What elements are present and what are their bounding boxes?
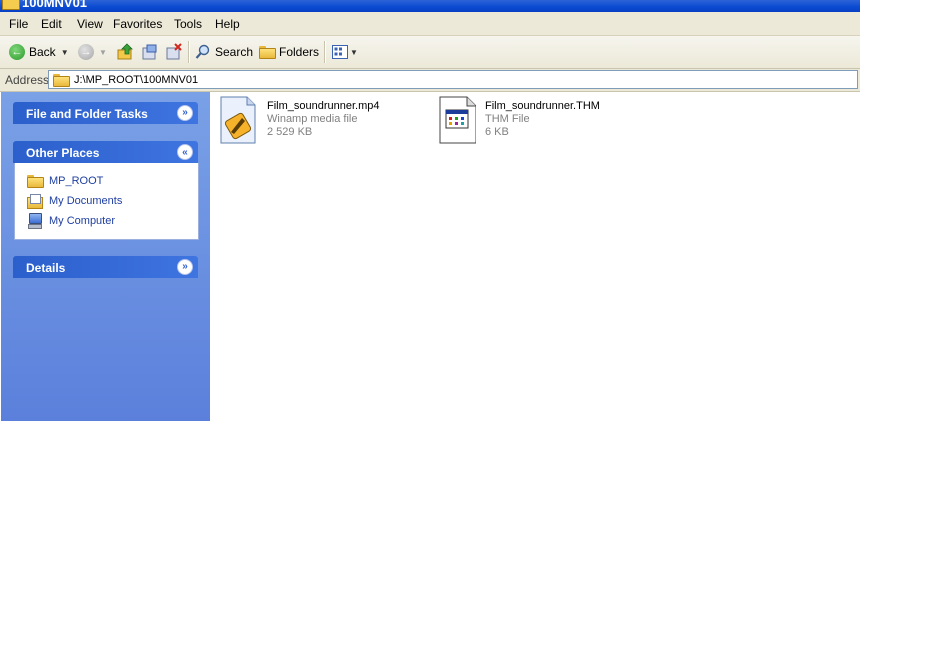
- details-header[interactable]: Details »: [13, 256, 198, 278]
- back-arrow-icon: ←: [9, 44, 25, 60]
- details-title: Details: [26, 261, 66, 275]
- folder-icon: [27, 175, 44, 188]
- my-computer-icon: [27, 213, 43, 229]
- toolbar: ← Back ▼ → ▼ Search Folders ▼: [0, 36, 860, 69]
- chevron-down-icon[interactable]: »: [177, 259, 193, 275]
- back-dropdown-icon[interactable]: ▼: [61, 48, 69, 57]
- task-pane: File and Folder Tasks » Other Places » M…: [1, 92, 210, 421]
- file-type: Winamp media file: [267, 113, 358, 125]
- search-label: Search: [215, 45, 254, 59]
- search-icon: [195, 44, 210, 59]
- file-item[interactable]: Film_soundrunner.mp4 Winamp media file 2…: [220, 96, 420, 146]
- file-name: Film_soundrunner.mp4: [267, 100, 380, 112]
- folders-button[interactable]: Folders: [259, 36, 319, 68]
- file-folder-tasks-title: File and Folder Tasks: [26, 107, 148, 121]
- place-mp-root[interactable]: MP_ROOT: [27, 173, 103, 189]
- menu-edit[interactable]: Edit: [41, 17, 62, 31]
- up-folder-icon: [117, 43, 133, 60]
- views-icon: [332, 45, 348, 59]
- views-button[interactable]: ▼: [332, 36, 358, 68]
- folder-icon: [53, 73, 70, 87]
- place-my-computer[interactable]: My Computer: [27, 213, 115, 229]
- views-dropdown-icon[interactable]: ▼: [350, 48, 358, 57]
- window-title: 100MNV01: [22, 0, 88, 10]
- file-size: 2 529 KB: [267, 126, 313, 138]
- forward-arrow-icon: →: [78, 44, 94, 60]
- toolbar-separator: [188, 41, 190, 63]
- winamp-media-file-icon: [220, 96, 256, 144]
- menu-file[interactable]: File: [9, 17, 28, 31]
- address-value: J:\MP_ROOT\100MNV01: [74, 73, 199, 86]
- chevron-up-icon[interactable]: »: [177, 144, 193, 160]
- forward-dropdown-icon[interactable]: ▼: [99, 48, 107, 57]
- move-to-icon: [142, 44, 157, 60]
- file-name: Film_soundrunner.THM: [485, 100, 600, 112]
- address-input[interactable]: J:\MP_ROOT\100MNV01: [48, 70, 858, 89]
- delete-icon: [166, 43, 182, 60]
- menu-tools[interactable]: Tools: [174, 17, 202, 31]
- delete-button[interactable]: [165, 36, 183, 68]
- up-folder-button[interactable]: [117, 36, 135, 68]
- place-label: My Computer: [49, 215, 116, 227]
- place-label: My Documents: [49, 195, 123, 207]
- address-bar: Address J:\MP_ROOT\100MNV01: [0, 69, 860, 92]
- title-bar[interactable]: 100MNV01: [0, 0, 860, 12]
- other-places-body: MP_ROOT My Documents My Computer: [14, 163, 199, 240]
- other-places-header[interactable]: Other Places »: [13, 141, 198, 163]
- menu-view[interactable]: View: [77, 17, 103, 31]
- address-label: Address: [5, 73, 50, 87]
- menu-bar: File Edit View Favorites Tools Help: [0, 12, 860, 36]
- back-label: Back: [29, 45, 56, 59]
- menu-favorites[interactable]: Favorites: [113, 17, 162, 31]
- move-to-button[interactable]: [141, 36, 159, 68]
- other-places-title: Other Places: [26, 146, 100, 160]
- file-item[interactable]: Film_soundrunner.THM THM File 6 KB: [438, 96, 638, 146]
- place-label: MP_ROOT: [49, 175, 104, 187]
- file-type: THM File: [485, 113, 530, 125]
- chevron-down-icon[interactable]: »: [177, 105, 193, 121]
- thm-file-icon: [439, 96, 476, 144]
- file-folder-tasks-header[interactable]: File and Folder Tasks »: [13, 102, 198, 124]
- forward-button[interactable]: → ▼: [78, 36, 107, 68]
- explorer-window: 100MNV01 File Edit View Favorites Tools …: [0, 0, 860, 421]
- folders-label: Folders: [279, 45, 320, 59]
- my-documents-icon: [27, 194, 43, 209]
- folder-icon: [2, 0, 20, 10]
- toolbar-separator: [324, 41, 326, 63]
- search-button[interactable]: Search: [195, 36, 253, 68]
- folders-icon: [259, 46, 276, 59]
- file-size: 6 KB: [485, 126, 509, 138]
- place-my-documents[interactable]: My Documents: [27, 193, 122, 209]
- back-button[interactable]: ← Back ▼: [9, 36, 69, 68]
- menu-help[interactable]: Help: [215, 17, 240, 31]
